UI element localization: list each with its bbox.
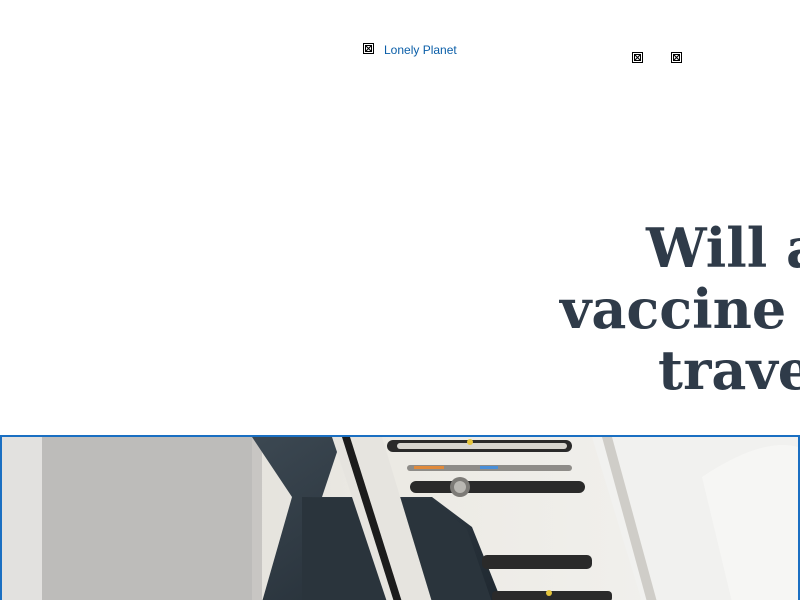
page: Lonely Planet Will a vaccine b travel <box>0 0 800 600</box>
hero-image-artwork <box>2 437 798 600</box>
logo-alt-text[interactable]: Lonely Planet <box>384 43 457 57</box>
broken-image-icon[interactable] <box>632 52 643 63</box>
headline-line-2: vaccine b <box>560 277 800 341</box>
broken-image-icon[interactable] <box>671 52 682 63</box>
hero-image[interactable] <box>0 435 800 600</box>
article-headline[interactable]: Will a vaccine b travel <box>520 218 800 401</box>
broken-image-icon <box>363 43 374 54</box>
headline-line-3: travel <box>658 338 800 402</box>
headline-line-1: Will a <box>646 216 800 280</box>
